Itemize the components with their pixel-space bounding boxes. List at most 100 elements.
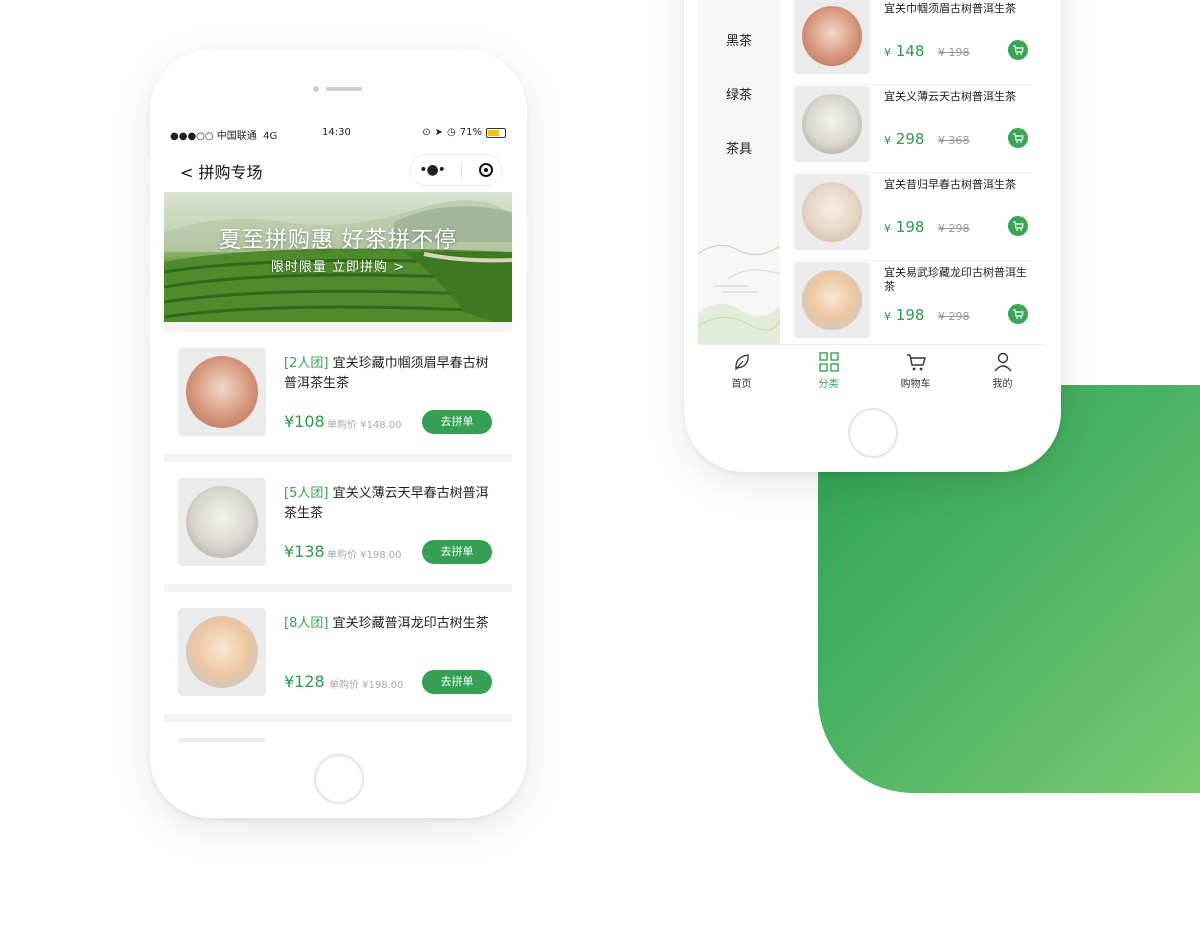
single-price: 单购价 ¥148.00	[327, 420, 402, 431]
add-to-cart-button[interactable]	[1008, 40, 1028, 60]
original-price: ¥ 298	[938, 310, 970, 323]
price-value: 198	[895, 306, 925, 324]
phone-mute-switch	[144, 156, 150, 186]
group-buy-card[interactable]: [5人团] 宜关义薄云天早春古树普洱茶生茶 ¥138 单购价 ¥198.00 去…	[164, 462, 512, 584]
currency-symbol: ¥	[884, 222, 891, 235]
mini-program-capsule: •●•	[410, 154, 502, 186]
tea-cake-image	[186, 486, 258, 558]
currency-symbol: ¥	[884, 310, 891, 323]
network-text: 4G	[263, 131, 278, 142]
category-product-item[interactable]: 宜关易武珍藏龙印古树普洱生茶 ¥ 198 ¥ 298	[794, 262, 1034, 348]
product-thumbnail	[178, 738, 266, 742]
target-icon[interactable]	[478, 163, 493, 177]
tea-cake-image	[186, 616, 258, 688]
product-thumbnail	[794, 0, 870, 74]
home-button[interactable]	[314, 754, 364, 804]
category-screen: 黑茶 绿茶 茶具 宜关巾帼须眉古树普洱生茶 ¥ 148 ¥ 198 宜关义薄云天…	[698, 0, 1046, 398]
phone-left: ●●●○○ 中国联通 4G 14:30 ⊙ ➤ ◷ 71% < 拼购专场 •●•	[144, 50, 533, 818]
group-size-tag: [5人团]	[284, 486, 329, 501]
cart-icon	[1013, 45, 1024, 55]
status-carrier: ●●●○○ 中国联通 4G	[170, 127, 277, 142]
tea-cake-image	[802, 182, 862, 242]
product-thumbnail	[178, 348, 266, 436]
add-to-cart-button[interactable]	[1008, 128, 1028, 148]
tab-home[interactable]: 首页	[698, 351, 785, 390]
cart-icon	[1013, 133, 1024, 143]
home-button[interactable]	[848, 408, 898, 458]
category-product-item[interactable]: 宜关义薄云天古树普洱生茶 ¥ 298 ¥ 368	[794, 86, 1034, 173]
cart-icon	[906, 354, 926, 371]
category-item[interactable]: 茶具	[698, 138, 780, 157]
product-thumbnail	[178, 608, 266, 696]
battery-icon	[486, 127, 506, 138]
grid-icon	[818, 352, 839, 372]
back-button[interactable]: < 拼购专场	[180, 159, 263, 183]
promo-banner[interactable]: 夏至拼购惠 好茶拼不停 限时限量 立即拼购 >	[164, 192, 512, 322]
original-price: ¥ 298	[938, 222, 970, 235]
product-name: 宜关昔归早春古树普洱生茶	[884, 178, 1016, 191]
status-bar: ●●●○○ 中国联通 4G 14:30 ⊙ ➤ ◷ 71%	[164, 122, 512, 144]
capsule-divider	[461, 162, 463, 178]
price-value: 298	[895, 130, 925, 148]
product-thumbnail	[794, 86, 870, 162]
original-price: ¥ 368	[938, 134, 970, 147]
banner-headline: 夏至拼购惠 好茶拼不停	[219, 228, 457, 253]
tab-label: 首页	[731, 379, 752, 390]
group-size-tag: [8人团]	[284, 616, 329, 631]
product-name: 宜关易武珍藏龙印古树普洱生茶	[884, 266, 1027, 293]
carrier-text: ●●●○○ 中国联通	[170, 131, 257, 142]
cart-icon	[1013, 221, 1024, 231]
mini-program-screen: ●●●○○ 中国联通 4G 14:30 ⊙ ➤ ◷ 71% < 拼购专场 •●•	[164, 122, 512, 742]
location-icon: ➤	[434, 127, 444, 138]
product-price: ¥ 298	[884, 130, 924, 148]
category-sidebar: 黑茶 绿茶 茶具	[698, 0, 780, 344]
bottom-tab-bar: 首页 分类 购物车 我的	[698, 344, 1046, 398]
mountain-decoration	[698, 244, 780, 344]
product-title: [8人团] 宜关珍藏普洱龙印古树生茶	[284, 614, 494, 634]
phone-power-button	[527, 216, 533, 272]
tab-category[interactable]: 分类	[785, 351, 872, 390]
status-time: 14:30	[322, 127, 351, 138]
earpiece-speaker	[326, 87, 362, 91]
phone-volume-up	[144, 216, 150, 272]
phone-right: 黑茶 绿茶 茶具 宜关巾帼须眉古树普洱生茶 ¥ 148 ¥ 198 宜关义薄云天…	[684, 0, 1061, 472]
category-item[interactable]: 黑茶	[698, 30, 780, 49]
group-price: ¥108	[284, 412, 325, 431]
lock-rotation-icon: ⊙	[422, 127, 431, 138]
banner-subline[interactable]: 限时限量 立即拼购 >	[164, 256, 512, 275]
category-product-item[interactable]: 宜关巾帼须眉古树普洱生茶 ¥ 148 ¥ 198	[794, 0, 1034, 85]
join-group-button[interactable]: 去拼单	[422, 540, 492, 564]
product-price: ¥ 198	[884, 306, 924, 324]
tea-cake-image	[802, 270, 862, 330]
product-thumbnail	[794, 262, 870, 338]
product-thumbnail	[178, 478, 266, 566]
currency-symbol: ¥	[884, 134, 891, 147]
tab-cart[interactable]: 购物车	[872, 351, 959, 390]
tab-profile[interactable]: 我的	[959, 351, 1046, 390]
battery-percent: 71%	[459, 127, 482, 138]
group-buy-card-partial	[164, 722, 512, 742]
leaf-icon	[734, 354, 749, 371]
product-title: [5人团] 宜关义薄云天早春古树普洱茶生茶	[284, 484, 494, 524]
tea-cake-image	[186, 356, 258, 428]
join-group-button[interactable]: 去拼单	[422, 670, 492, 694]
product-name: 宜关珍藏普洱龙印古树生茶	[332, 616, 489, 631]
tea-cake-image	[802, 6, 862, 66]
category-product-item[interactable]: 宜关昔归早春古树普洱生茶 ¥ 198 ¥ 298	[794, 174, 1034, 261]
product-title: [2人团] 宜关珍藏巾帼须眉早春古树普洱茶生茶	[284, 354, 494, 394]
user-icon	[993, 352, 1012, 372]
add-to-cart-button[interactable]	[1008, 216, 1028, 236]
alarm-icon: ◷	[447, 127, 456, 138]
tab-label: 我的	[992, 379, 1013, 390]
category-item[interactable]: 绿茶	[698, 84, 780, 103]
join-group-button[interactable]: 去拼单	[422, 410, 492, 434]
single-price: 单购价 ¥198.00	[329, 680, 404, 691]
group-buy-card[interactable]: [2人团] 宜关珍藏巾帼须眉早春古树普洱茶生茶 ¥108 单购价 ¥148.00…	[164, 332, 512, 454]
single-price: 单购价 ¥198.00	[327, 550, 402, 561]
more-dots-icon[interactable]: •●•	[419, 162, 446, 178]
status-right: ⊙ ➤ ◷ 71%	[422, 127, 506, 138]
group-price: ¥128	[284, 672, 325, 691]
add-to-cart-button[interactable]	[1008, 304, 1028, 324]
group-buy-card[interactable]: [8人团] 宜关珍藏普洱龙印古树生茶 ¥128 单购价 ¥198.00 去拼单	[164, 592, 512, 714]
product-name: 宜关义薄云天古树普洱生茶	[884, 90, 1016, 103]
